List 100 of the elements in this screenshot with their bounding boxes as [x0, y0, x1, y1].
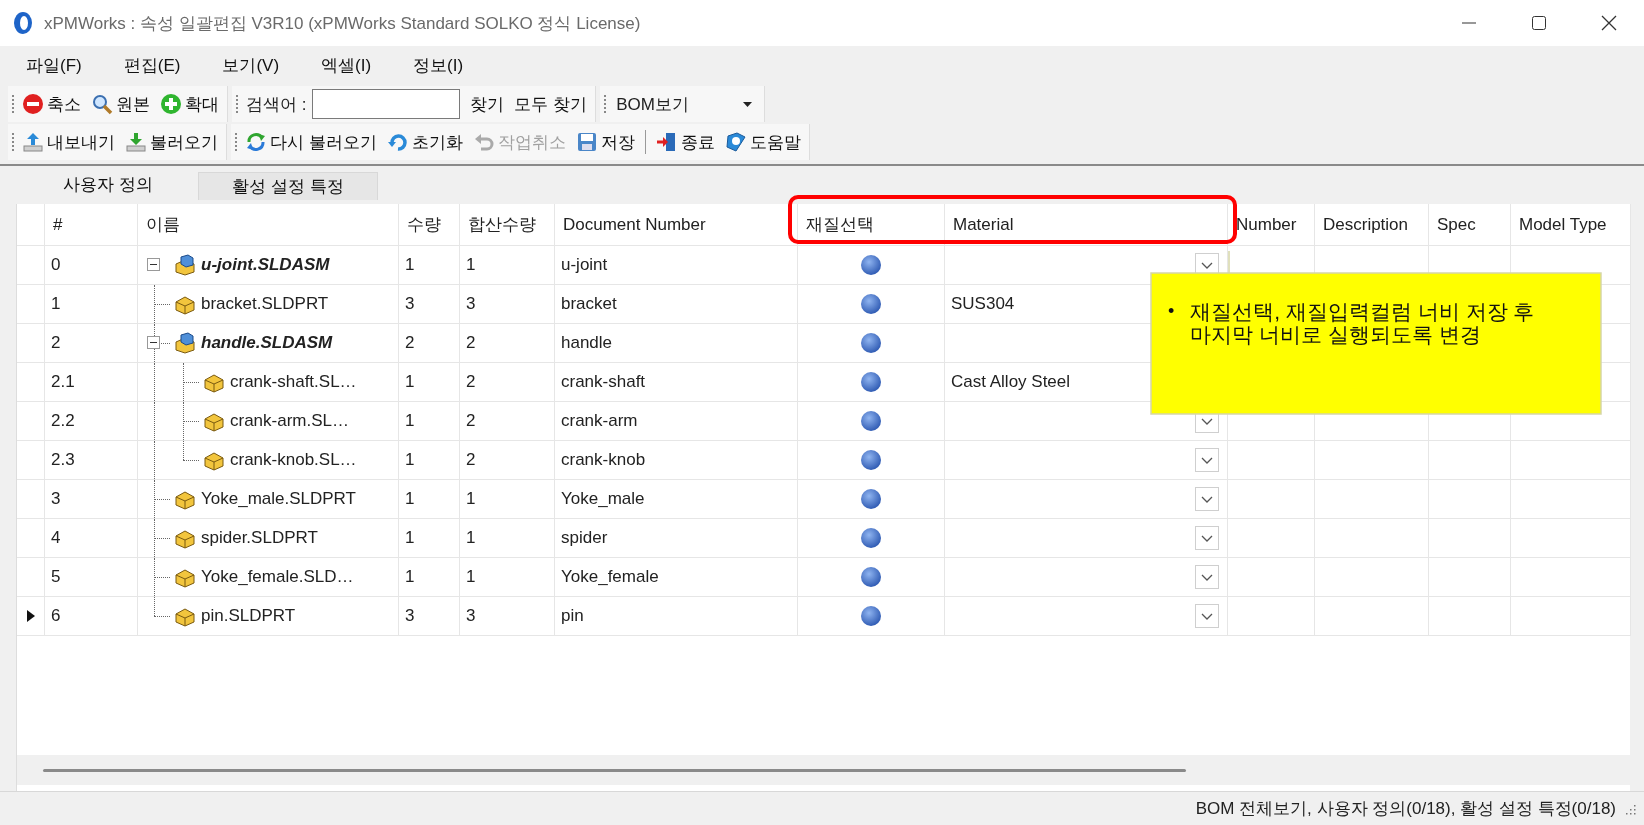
row-header-cell[interactable] — [17, 324, 45, 363]
dropdown-button[interactable] — [1195, 526, 1219, 550]
row-number: 3 — [51, 489, 61, 509]
toolbar-button[interactable]: 저장 — [571, 128, 639, 156]
column-header[interactable]: 합산수량 — [460, 204, 555, 246]
window-title: xPMWorks : 속성 일괄편집 V3R10 (xPMWorks Standard SOLKO 정식 License) — [44, 12, 642, 35]
document-number: crank-knob — [561, 450, 646, 470]
row-number: 0 — [51, 255, 61, 275]
column-header[interactable]: Model Type — [1511, 204, 1631, 246]
row-header-cell[interactable] — [17, 363, 45, 402]
document-number: spider — [561, 528, 608, 548]
grip-handle-icon — [10, 131, 16, 153]
status-text: BOM 전체보기, 사용자 정의(0/18), 활성 설정 특정(0/18) — [1195, 798, 1616, 820]
dropdown-button[interactable] — [1195, 565, 1219, 589]
item-name: handle.SLDASM — [201, 333, 333, 353]
sphere-icon — [860, 566, 882, 588]
total-quantity: 1 — [466, 255, 476, 275]
column-header[interactable]: 수량 — [399, 204, 460, 246]
sphere-icon — [860, 605, 882, 627]
row-header-cell[interactable] — [17, 441, 45, 480]
circular-arrow-icon — [386, 131, 409, 153]
magnifier-icon — [91, 93, 113, 115]
document-number: Yoke_male — [561, 489, 645, 509]
row-number: 2.1 — [51, 372, 75, 392]
chevron-down-icon — [1201, 456, 1213, 464]
document-number: u-joint — [561, 255, 608, 275]
item-name: crank-arm.SL… — [230, 411, 350, 431]
search-button[interactable]: 모두 찾기 — [510, 90, 592, 118]
chevron-down-icon — [1201, 534, 1213, 542]
assembly-cube-icon — [173, 332, 197, 354]
column-header[interactable]: 이름 — [138, 204, 399, 246]
search-label: 검색어 : — [245, 93, 308, 116]
chevron-down-icon — [1201, 573, 1213, 581]
sphere-icon — [860, 527, 882, 549]
item-name: pin.SLDPRT — [201, 606, 296, 626]
total-quantity: 3 — [466, 606, 476, 626]
dropdown-button[interactable] — [1195, 487, 1219, 511]
row-number: 4 — [51, 528, 61, 548]
document-number: crank-shaft — [561, 372, 646, 392]
toolbar-button[interactable]: 종료 — [651, 128, 719, 156]
column-header[interactable]: Description — [1315, 204, 1429, 246]
row-header-cell[interactable] — [17, 246, 45, 285]
quantity: 1 — [405, 372, 415, 392]
item-name: bracket.SLDPRT — [201, 294, 329, 314]
row-header-cell[interactable] — [17, 285, 45, 324]
toolbar-button[interactable]: 불러오기 — [121, 128, 222, 156]
dropdown-button[interactable] — [1195, 448, 1219, 472]
app-logo-icon — [12, 11, 34, 35]
column-header[interactable]: Document Number — [555, 204, 798, 246]
sphere-icon — [860, 410, 882, 432]
toolbar-button[interactable]: 도움말 — [720, 128, 805, 156]
total-quantity: 2 — [466, 450, 476, 470]
toolbar-button[interactable]: 원본 — [87, 90, 154, 118]
chevron-down-icon — [1201, 417, 1213, 425]
sphere-icon — [860, 332, 882, 354]
row-header-cell[interactable] — [17, 519, 45, 558]
menu-item[interactable]: 보기(V) — [210, 49, 292, 81]
grip-handle-icon — [602, 93, 609, 115]
column-header[interactable]: Spec — [1429, 204, 1511, 246]
resize-grip-icon — [1624, 802, 1636, 815]
refresh-icon — [245, 131, 267, 153]
quantity: 3 — [405, 294, 415, 314]
quantity: 3 — [405, 606, 415, 626]
tab[interactable]: 활성 설정 특정 — [198, 172, 378, 200]
minus-circle-icon — [22, 93, 44, 115]
grip-handle-icon — [233, 131, 239, 153]
column-header[interactable]: Material — [945, 204, 1228, 246]
search-field[interactable] — [312, 89, 461, 119]
row-header-cell[interactable] — [17, 480, 45, 519]
quantity: 1 — [405, 567, 415, 587]
toolbar-button[interactable]: 축소 — [18, 90, 85, 118]
toolbar-button[interactable]: 내보내기 — [18, 128, 119, 156]
row-header-cell[interactable] — [17, 597, 45, 636]
search-button[interactable]: 찾기 — [466, 90, 509, 118]
document-number: bracket — [561, 294, 617, 314]
menu-item[interactable]: 파일(F) — [14, 49, 94, 81]
dropdown-button[interactable] — [1195, 604, 1219, 628]
quantity: 1 — [405, 489, 415, 509]
item-name: Yoke_male.SLDPRT — [201, 489, 356, 509]
total-quantity: 1 — [466, 489, 476, 509]
help-book-icon — [724, 131, 747, 153]
toolbar-button[interactable]: 확대 — [156, 90, 223, 118]
column-header[interactable]: 재질선택 — [798, 204, 945, 246]
expander-box[interactable] — [147, 336, 160, 349]
toolbar-button[interactable]: 초기화 — [382, 128, 467, 156]
row-number: 2.2 — [51, 411, 75, 431]
menu-item[interactable]: 엑셀(I) — [309, 49, 384, 81]
column-header[interactable]: # — [45, 204, 138, 246]
expander-box[interactable] — [147, 258, 160, 271]
upload-tray-icon — [22, 131, 44, 153]
column-header[interactable]: Number — [1228, 204, 1315, 246]
item-name: spider.SLDPRT — [201, 528, 318, 548]
horizontal-scrollbar[interactable] — [17, 755, 1630, 785]
row-header-cell[interactable] — [17, 402, 45, 441]
row-header-cell[interactable] — [17, 558, 45, 597]
quantity: 1 — [405, 528, 415, 548]
toolbar-button[interactable]: 다시 불러오기 — [241, 128, 381, 156]
menu-item[interactable]: 정보(I) — [401, 49, 476, 81]
menu-item[interactable]: 편집(E) — [111, 49, 193, 81]
callout-text: 재질선택, 재질입력컬럼 너비 저장 후 마지막 너비로 실행되도록 변경 — [1190, 300, 1536, 347]
